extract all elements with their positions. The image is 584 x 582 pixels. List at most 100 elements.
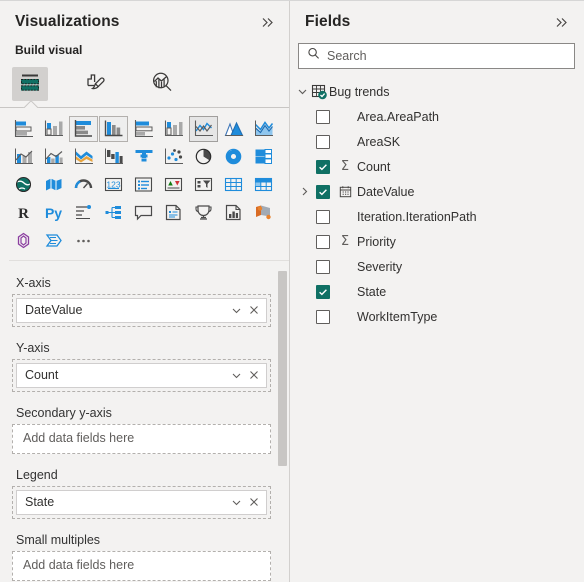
close-x-icon[interactable] [245, 494, 262, 511]
viz-clustered-bar-chart[interactable] [69, 115, 98, 142]
chevron-down-icon[interactable] [294, 83, 311, 100]
build-visual-icon [18, 70, 42, 99]
table-checked-icon [311, 84, 329, 100]
viz-clustered-column-chart[interactable] [99, 115, 128, 142]
viz-smart-narrative[interactable] [159, 200, 188, 226]
dropzone-x-axis[interactable]: DateValue [12, 293, 271, 327]
tab-analytics[interactable] [144, 67, 180, 101]
field-checkbox[interactable] [316, 309, 330, 324]
fields-table-bug-trends[interactable]: Bug trends [290, 79, 583, 104]
analytics-magnifier-icon [149, 69, 175, 100]
viz-card[interactable]: 123 [99, 172, 128, 198]
dropzone-secondary-y-axis[interactable]: Add data fields here [12, 423, 271, 454]
viz-map[interactable] [9, 172, 38, 198]
expand-placeholder [296, 133, 313, 150]
field-checkbox[interactable] [316, 284, 330, 299]
field-row-iteration-iterationpath[interactable]: Iteration.IterationPath [290, 204, 583, 229]
chevron-right-icon[interactable] [296, 183, 313, 200]
viz-qna-visual[interactable] [129, 200, 158, 226]
expand-placeholder [296, 233, 313, 250]
field-row-workitemtype[interactable]: WorkItemType [290, 304, 583, 329]
viz-scatter-chart[interactable] [159, 144, 188, 170]
chevron-down-icon[interactable] [228, 302, 245, 319]
svg-text:123: 123 [106, 180, 120, 190]
well-x-axis: X-axis DateValue [12, 276, 271, 327]
dropzone-y-axis[interactable]: Count [12, 358, 271, 392]
viz-table[interactable] [219, 172, 248, 198]
viz-power-apps-visual[interactable] [249, 200, 278, 226]
viz-stacked-area-chart[interactable] [249, 116, 278, 142]
viz-matrix[interactable] [249, 172, 278, 198]
visualizations-pane: Visualizations Build visual 123 R Py X-a… [0, 1, 290, 582]
search-box[interactable] [298, 43, 575, 69]
viz-hundred-percent-stacked-bar-chart[interactable] [129, 116, 158, 142]
field-row-state[interactable]: State [290, 279, 583, 304]
field-checkbox[interactable] [316, 184, 330, 199]
chevron-double-right-icon[interactable] [257, 12, 277, 32]
field-row-area-areapath[interactable]: Area.AreaPath [290, 104, 583, 129]
expand-placeholder [296, 283, 313, 300]
field-row-datevalue[interactable]: DateValue [290, 179, 583, 204]
field-checkbox[interactable] [316, 159, 330, 174]
field-checkbox[interactable] [316, 259, 330, 274]
viz-pie-chart[interactable] [189, 144, 218, 170]
tab-format-visual[interactable] [78, 67, 114, 101]
viz-decomposition-tree[interactable] [99, 200, 128, 226]
chevron-down-icon[interactable] [228, 494, 245, 511]
field-chip-name: Count [25, 368, 59, 383]
well-legend: Legend State [12, 468, 271, 519]
chevron-double-right-icon[interactable] [551, 12, 571, 32]
field-label: WorkItemType [357, 309, 438, 324]
viz-more-visuals[interactable] [69, 228, 98, 254]
viz-filled-map[interactable] [39, 172, 68, 198]
viz-area-chart[interactable] [219, 116, 248, 142]
expand-placeholder [296, 158, 313, 175]
field-row-severity[interactable]: Severity [290, 254, 583, 279]
viz-arcgis-maps[interactable] [39, 228, 68, 254]
field-label: State [357, 284, 387, 299]
viz-ribbon-chart[interactable] [69, 144, 98, 170]
viz-treemap[interactable] [249, 144, 278, 170]
viz-stacked-column-chart[interactable] [39, 116, 68, 142]
viz-funnel-chart[interactable] [129, 144, 158, 170]
field-checkbox[interactable] [316, 209, 330, 224]
viz-azure-map[interactable] [9, 228, 38, 254]
field-checkbox[interactable] [316, 234, 330, 249]
viz-kpi[interactable] [159, 172, 188, 198]
viz-line-and-clustered-column-chart[interactable] [39, 144, 68, 170]
tab-build-visual[interactable] [12, 67, 48, 101]
search-input[interactable] [327, 49, 568, 63]
viz-stacked-bar-chart[interactable] [9, 116, 38, 142]
dropzone-small-multiples[interactable]: Add data fields here [12, 550, 271, 581]
viz-key-influencers[interactable] [69, 200, 98, 226]
field-checkbox[interactable] [316, 109, 330, 124]
chevron-down-icon[interactable] [228, 367, 245, 384]
tab-selected-caret [22, 99, 40, 108]
viz-line-chart[interactable] [189, 115, 218, 142]
well-label-x-axis: X-axis [16, 275, 51, 290]
field-row-priority[interactable]: Σ Priority [290, 229, 583, 254]
viz-paginated-report[interactable] [219, 200, 248, 226]
viz-gauge[interactable] [69, 172, 98, 198]
field-label: Iteration.IterationPath [357, 209, 477, 224]
field-chip-x-axis[interactable]: DateValue [16, 297, 267, 323]
viz-hundred-percent-stacked-column-chart[interactable] [159, 116, 188, 142]
viz-multi-row-card[interactable] [129, 172, 158, 198]
viz-python-visual[interactable]: Py [39, 200, 68, 226]
close-x-icon[interactable] [245, 302, 262, 319]
viz-slicer[interactable] [189, 172, 218, 198]
well-y-axis: Y-axis Count [12, 341, 271, 392]
viz-metrics-visual[interactable] [189, 200, 218, 226]
field-checkbox[interactable] [316, 134, 330, 149]
viz-line-and-stacked-column-chart[interactable] [9, 144, 38, 170]
field-chip-legend[interactable]: State [16, 489, 267, 515]
viz-donut-chart[interactable] [219, 144, 248, 170]
field-row-areask[interactable]: AreaSK [290, 129, 583, 154]
field-row-count[interactable]: Σ Count [290, 154, 583, 179]
dropzone-legend[interactable]: State [12, 485, 271, 519]
close-x-icon[interactable] [245, 367, 262, 384]
field-chip-y-axis[interactable]: Count [16, 362, 267, 388]
field-wells-scrollbar[interactable] [278, 270, 287, 571]
viz-waterfall-chart[interactable] [99, 144, 128, 170]
viz-r-script-visual[interactable]: R [9, 200, 38, 226]
